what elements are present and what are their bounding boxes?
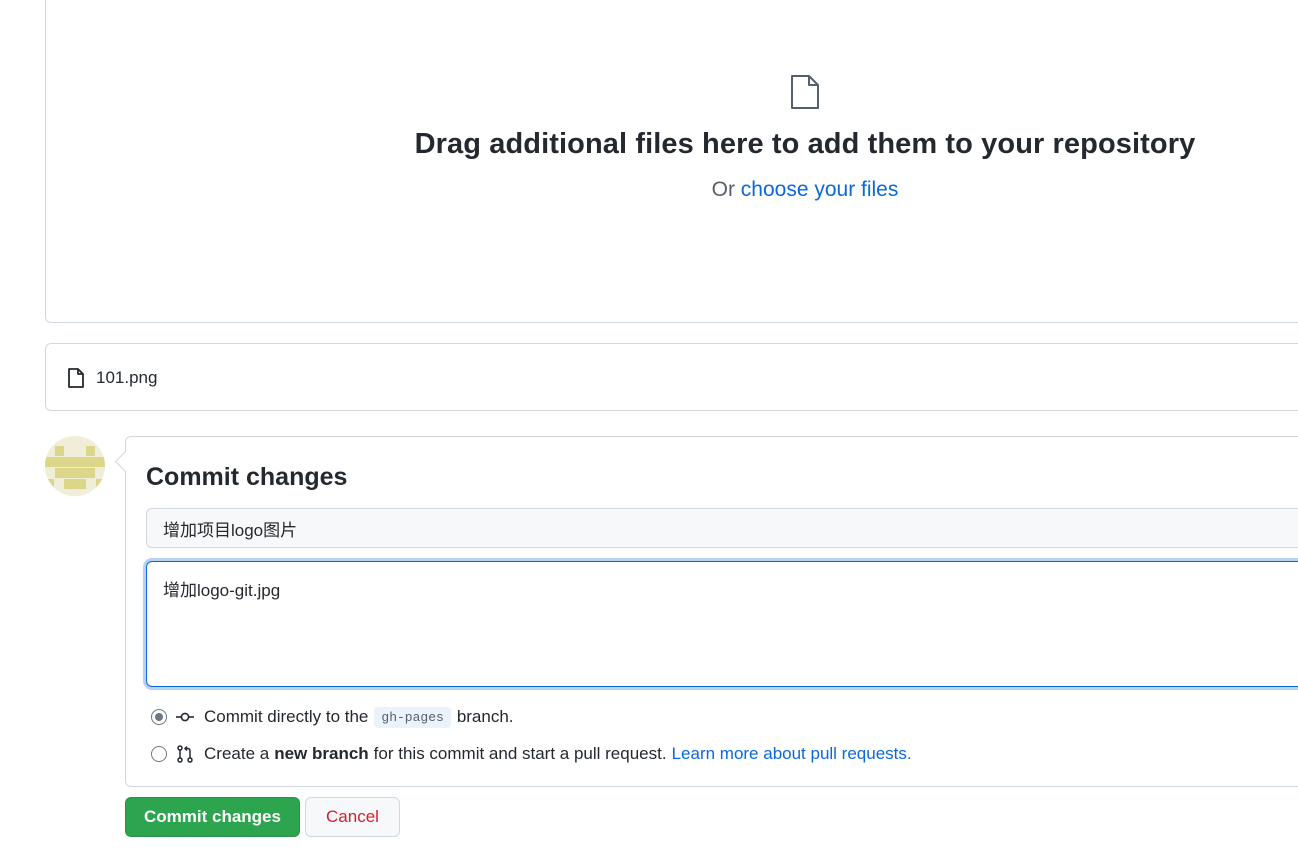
or-text: Or — [711, 178, 735, 201]
new-branch-radio[interactable] — [151, 746, 167, 762]
file-icon — [791, 75, 819, 109]
drop-zone-title: Drag additional files here to add them t… — [414, 128, 1196, 160]
new-branch-option[interactable]: Create a new branch for this commit and … — [151, 742, 912, 766]
commit-direct-option[interactable]: Commit directly to the gh-pages branch. — [151, 705, 514, 729]
choose-files-link[interactable]: choose your files — [741, 178, 899, 201]
git-pull-request-icon — [177, 745, 193, 763]
commit-direct-radio[interactable] — [151, 709, 167, 725]
avatar — [45, 436, 105, 496]
cancel-button[interactable]: Cancel — [305, 797, 400, 837]
commit-changes-panel: Commit changes 增加logo-git.jpg Commit dir… — [125, 436, 1298, 787]
file-drop-zone[interactable]: Drag additional files here to add them t… — [45, 0, 1298, 323]
commit-direct-suffix: branch. — [456, 707, 514, 726]
commit-description-textarea[interactable]: 增加logo-git.jpg — [146, 561, 1298, 687]
new-branch-bold: new branch — [274, 744, 369, 763]
commit-changes-button[interactable]: Commit changes — [125, 797, 300, 837]
learn-more-pull-requests-link[interactable]: Learn more about pull requests. — [672, 744, 912, 764]
file-list-item: 101.png — [45, 343, 1298, 411]
drop-zone-subtitle: Or choose your files — [46, 178, 1298, 202]
commit-direct-prefix: Commit directly to the — [204, 707, 369, 726]
file-name: 101.png — [96, 368, 158, 387]
new-branch-prefix: Create a — [204, 744, 270, 763]
git-commit-icon — [176, 712, 194, 722]
new-branch-suffix: for this commit and start a pull request… — [373, 744, 667, 763]
branch-name-badge: gh-pages — [374, 706, 451, 728]
commit-heading: Commit changes — [146, 463, 348, 491]
identicon-image — [45, 436, 105, 496]
commit-summary-input[interactable] — [146, 508, 1298, 548]
file-icon — [68, 368, 84, 388]
